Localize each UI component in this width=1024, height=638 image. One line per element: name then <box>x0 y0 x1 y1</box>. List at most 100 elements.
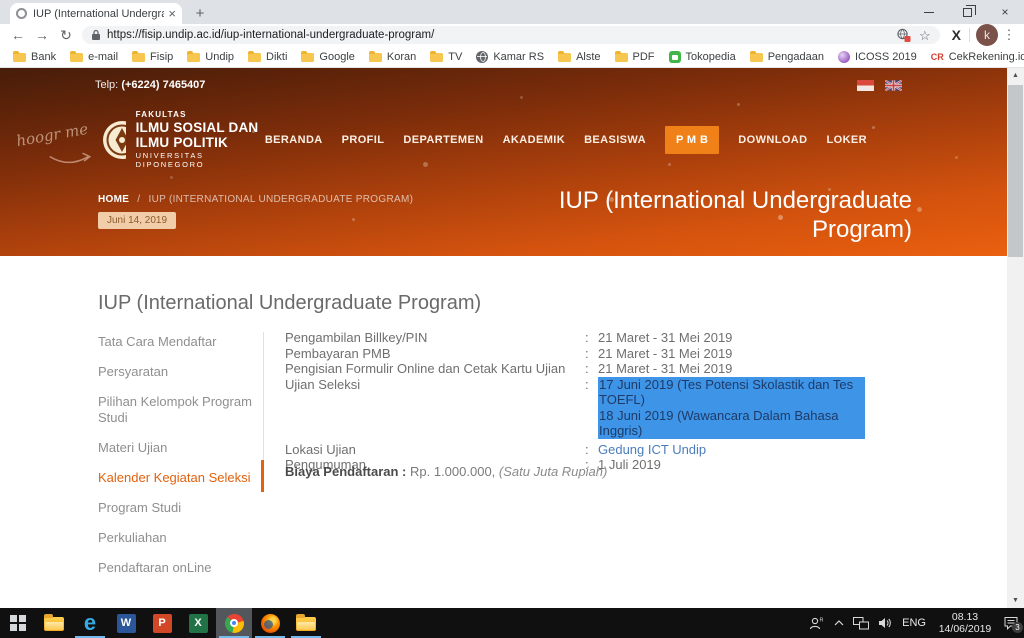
taskbar-file-explorer-button[interactable] <box>36 608 72 638</box>
location-link[interactable]: Gedung ICT Undip <box>598 442 865 458</box>
nav-item-beranda[interactable]: BERANDA <box>265 134 323 146</box>
url-text: https://fisip.undip.ac.id/iup-internatio… <box>107 29 890 41</box>
sidebar-item-materi-ujian[interactable]: Materi Ujian <box>98 440 276 456</box>
browser-menu-icon[interactable]: ⋮ <box>1000 27 1018 43</box>
bookmark-star-icon[interactable]: ☆ <box>919 29 931 42</box>
restore-button[interactable] <box>948 0 986 24</box>
x-extension-icon[interactable]: X <box>952 27 961 43</box>
taskbar-edge-button[interactable]: e <box>72 608 108 638</box>
bookmark-e-mail[interactable]: e-mail <box>63 49 125 65</box>
action-center-button[interactable]: 3 <box>1004 616 1019 630</box>
office-letter: W <box>121 617 131 629</box>
excel-icon: X <box>189 614 208 633</box>
folder-icon <box>430 53 443 62</box>
bookmark-alste[interactable]: Alste <box>551 49 607 65</box>
bookmark-label: Kamar RS <box>493 51 544 63</box>
close-button[interactable]: × <box>986 0 1024 24</box>
taskbar-start-button[interactable] <box>0 608 36 638</box>
bookmark-label: CekRekening.id <box>949 51 1024 63</box>
tab-close-icon[interactable]: × <box>168 8 176 19</box>
taskbar-firefox-button[interactable] <box>252 608 288 638</box>
bookmark-label: TV <box>448 51 462 63</box>
back-button[interactable]: ← <box>6 27 30 43</box>
nav-item-p-m-b[interactable]: P M B <box>665 126 719 154</box>
sidebar-item-tata-cara-mendaftar[interactable]: Tata Cara Mendaftar <box>98 334 276 350</box>
language-indicator[interactable]: ENG <box>902 617 926 629</box>
bookmark-fisip[interactable]: Fisip <box>125 49 180 65</box>
bookmark-tokopedia[interactable]: Tokopedia <box>662 49 743 65</box>
folder-icon <box>70 53 83 62</box>
bookmark-label: Alste <box>576 51 600 63</box>
restore-icon <box>963 8 972 17</box>
schedule-value: 21 Maret - 31 Mei 2019 <box>598 330 865 346</box>
bookmark-cekrekening-id[interactable]: CRCekRekening.id <box>924 49 1024 65</box>
indonesian-flag-icon[interactable] <box>857 80 874 91</box>
scroll-up-icon[interactable]: ▲ <box>1007 68 1024 83</box>
folder-icon <box>132 53 145 62</box>
bookmark-pengadaan[interactable]: Pengadaan <box>743 49 831 65</box>
taskbar-word-button[interactable]: W <box>108 608 144 638</box>
banner-page-title: IUP (International Undergraduate Program… <box>472 186 912 244</box>
bookmark-koran[interactable]: Koran <box>362 49 423 65</box>
sparkle-decoration <box>0 68 3 71</box>
tab-favicon <box>16 8 27 19</box>
scroll-down-icon[interactable]: ▼ <box>1007 593 1024 608</box>
nav-item-loker[interactable]: LOKER <box>827 134 868 146</box>
schedule-label: Pengambilan Billkey/PIN <box>285 330 585 346</box>
bookmark-tv[interactable]: TV <box>423 49 469 65</box>
nav-item-beasiswa[interactable]: BEASISWA <box>584 134 646 146</box>
page-scrollbar[interactable]: ▲ ▼ <box>1007 68 1024 608</box>
bookmark-kamar-rs[interactable]: Kamar RS <box>469 49 551 65</box>
bookmark-dikti[interactable]: Dikti <box>241 49 294 65</box>
schedule-label: Lokasi Ujian <box>285 442 585 458</box>
uk-flag-icon[interactable] <box>885 80 902 91</box>
schedule-value: 21 Maret - 31 Mei 2019 <box>598 361 865 377</box>
bookmark-bank[interactable]: Bank <box>6 49 63 65</box>
schedule-row: Pengisian Formulir Online dan Cetak Kart… <box>285 361 865 377</box>
bookmark-google[interactable]: Google <box>294 49 361 65</box>
folder-icon <box>558 53 571 62</box>
header-topline: Telp: (+6224) 7465407 <box>95 79 902 91</box>
nav-item-akademik[interactable]: AKADEMIK <box>503 134 565 146</box>
tray-chevron-up-icon[interactable] <box>834 619 844 627</box>
windows-taskbar: e W PX R ENG 08.13 14/06/2019 3 <box>0 608 1024 638</box>
scrollbar-thumb[interactable] <box>1008 85 1023 257</box>
minimize-button[interactable] <box>910 0 948 24</box>
browser-tab[interactable]: IUP (International Undergraduate × <box>10 3 182 24</box>
bookmark-undip[interactable]: Undip <box>180 49 241 65</box>
breadcrumb-home-link[interactable]: HOME <box>98 194 129 205</box>
svg-text:R: R <box>820 618 824 624</box>
faculty-logo-block[interactable]: FAKULTAS ILMU SOSIAL DAN ILMU POLITIK UN… <box>102 110 265 169</box>
sidebar-item-perkuliahan[interactable]: Perkuliahan <box>98 530 276 546</box>
nav-item-departemen[interactable]: DEPARTEMEN <box>403 134 483 146</box>
nav-item-profil[interactable]: PROFIL <box>342 134 385 146</box>
new-tab-button[interactable]: + <box>190 5 210 22</box>
logo-line2: ILMU SOSIAL DAN ILMU POLITIK <box>136 120 265 150</box>
taskbar-excel-button[interactable]: X <box>180 608 216 638</box>
breadcrumb: HOME / IUP (INTERNATIONAL UNDERGRADUATE … <box>98 194 413 205</box>
profile-avatar[interactable]: k <box>976 24 998 46</box>
breadcrumb-separator: / <box>137 194 140 205</box>
taskbar-chrome-button[interactable] <box>216 608 252 638</box>
taskbar-clock[interactable]: 08.13 14/06/2019 <box>935 611 995 636</box>
bookmark-icoss-2019[interactable]: ICOSS 2019 <box>831 49 924 65</box>
reload-button[interactable]: ↻ <box>54 27 78 44</box>
speaker-icon[interactable] <box>878 617 893 629</box>
taskbar-folder-button[interactable] <box>288 608 324 638</box>
extension-badge-icon[interactable] <box>896 28 911 42</box>
sidebar-item-kalender-kegiatan-seleksi[interactable]: Kalender Kegiatan Seleksi <box>98 470 276 486</box>
people-icon[interactable]: R <box>809 616 825 630</box>
bookmark-label: Pengadaan <box>768 51 824 63</box>
bookmark-pdf[interactable]: PDF <box>608 49 662 65</box>
bookmark-label: Dikti <box>266 51 287 63</box>
network-icon[interactable] <box>853 617 869 630</box>
nav-item-download[interactable]: DOWNLOAD <box>738 134 807 146</box>
sidebar-item-program-studi[interactable]: Program Studi <box>98 500 276 516</box>
sidebar-item-persyaratan[interactable]: Persyaratan <box>98 364 276 380</box>
schedule-row: Lokasi Ujian:Gedung ICT Undip <box>285 442 865 458</box>
taskbar-powerpoint-button[interactable]: P <box>144 608 180 638</box>
sidebar-item-pilihan-kelompok-program-studi[interactable]: Pilihan Kelompok Program Studi <box>98 394 276 426</box>
forward-button[interactable]: → <box>30 27 54 43</box>
sidebar-item-pendaftaran-online[interactable]: Pendaftaran onLine <box>98 560 276 576</box>
address-bar[interactable]: https://fisip.undip.ac.id/iup-internatio… <box>82 26 940 44</box>
